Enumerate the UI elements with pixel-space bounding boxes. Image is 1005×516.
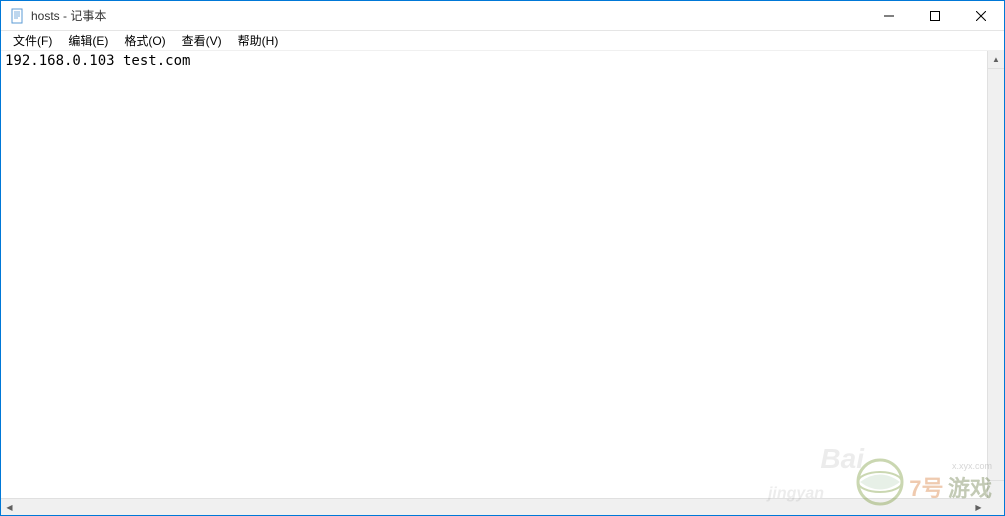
notepad-icon [9,8,25,24]
minimize-button[interactable] [866,1,912,30]
scroll-left-icon[interactable]: ◀ [1,499,18,515]
menu-bar: 文件(F) 编辑(E) 格式(O) 查看(V) 帮助(H) [1,31,1004,51]
scroll-up-icon[interactable]: ▲ [988,51,1004,68]
menu-edit[interactable]: 编辑(E) [60,30,116,51]
scroll-right-icon[interactable]: ▶ [970,499,987,515]
editor-area: 192.168.0.103 test.com ▲ ▼ ◀ ▶ [1,51,1004,515]
vertical-scrollbar[interactable]: ▲ ▼ [987,51,1004,498]
window-title: hosts - 记事本 [31,7,106,24]
close-button[interactable] [958,1,1004,30]
menu-format[interactable]: 格式(O) [116,30,173,51]
scroll-down-icon[interactable]: ▼ [988,481,1004,498]
title-bar: hosts - 记事本 [1,1,1004,31]
title-bar-left: hosts - 记事本 [1,7,106,24]
text-content[interactable]: 192.168.0.103 test.com [1,51,1004,515]
horizontal-scrollbar[interactable]: ◀ ▶ [1,498,987,515]
maximize-button[interactable] [912,1,958,30]
scrollbar-corner [987,498,1004,515]
menu-help[interactable]: 帮助(H) [230,30,287,51]
window-controls [866,1,1004,30]
menu-view[interactable]: 查看(V) [174,30,230,51]
menu-file[interactable]: 文件(F) [5,30,60,51]
